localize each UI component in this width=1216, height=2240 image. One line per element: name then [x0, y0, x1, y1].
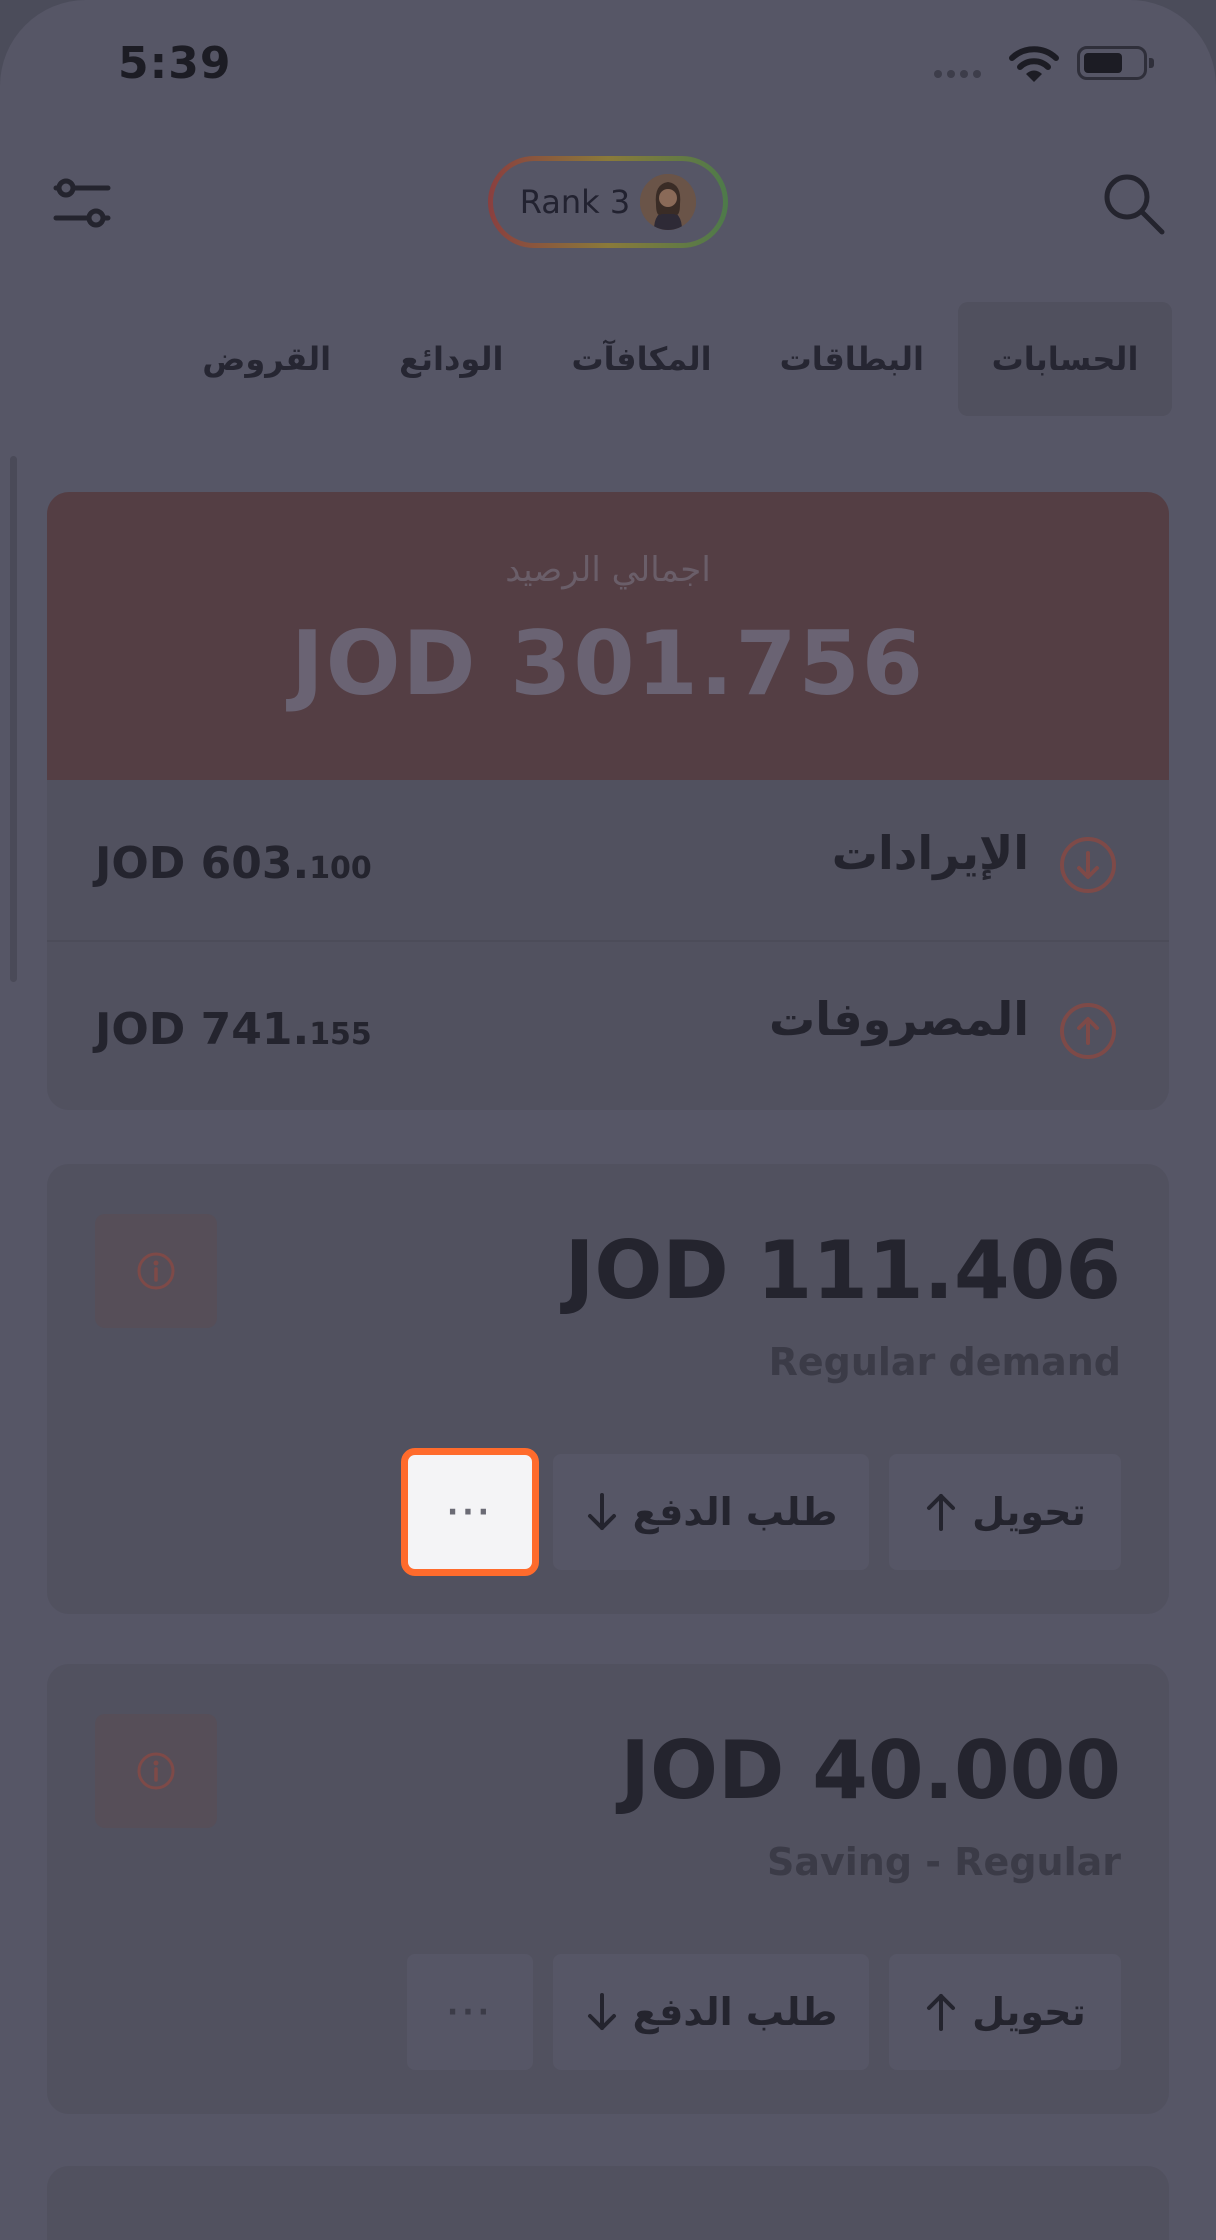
income-row[interactable]: JOD 603.100 الإيرادات	[47, 780, 1169, 942]
status-bar: 5:39	[0, 0, 1216, 130]
more-options-button[interactable]: ···	[407, 1954, 533, 2070]
transfer-button[interactable]: تحويل	[889, 1954, 1121, 2070]
account-type: Regular demand	[768, 1340, 1121, 1384]
more-icon: ···	[446, 1994, 494, 2030]
expenses-amount: JOD 741.155	[95, 1004, 372, 1055]
request-payment-button[interactable]: طلب الدفع	[553, 1454, 869, 1570]
search-icon[interactable]	[1100, 170, 1166, 236]
account-actions: ··· طلب الدفع تحويل	[407, 1954, 1121, 2070]
expenses-label: المصروفات	[768, 992, 1029, 1046]
arrow-up-icon	[927, 1494, 956, 1531]
filter-icon[interactable]	[52, 174, 112, 234]
account-actions: ··· طلب الدفع تحويل	[401, 1448, 1121, 1576]
income-label: الإيرادات	[831, 826, 1029, 880]
total-balance-value: JOD 301.756	[290, 612, 926, 715]
arrow-down-icon	[587, 1993, 616, 2030]
info-icon	[137, 1752, 175, 1790]
status-time: 5:39	[118, 38, 232, 89]
request-payment-button[interactable]: طلب الدفع	[553, 1954, 869, 2070]
account-card: JOD 40.000 Saving - Regular ··· طلب الدف…	[47, 1664, 1169, 2114]
income-expense-summary: JOD 603.100 الإيرادات JOD 741.155 المصرو…	[47, 780, 1169, 1110]
request-payment-label: طلب الدفع	[632, 1490, 838, 1534]
arrow-up-icon	[927, 1994, 956, 2031]
wifi-icon	[1009, 46, 1059, 82]
total-balance-label: اجمالي الرصيد	[505, 550, 711, 590]
rank-label: Rank 3	[519, 183, 631, 221]
battery-icon	[1077, 46, 1154, 80]
income-amount: JOD 603.100	[95, 838, 372, 889]
tab-bar: الحسابات البطاقات المكافآت الودائع القرو…	[46, 302, 1172, 416]
account-type: Saving - Regular	[767, 1840, 1121, 1884]
tab-cards[interactable]: البطاقات	[746, 302, 958, 416]
scroll-indicator	[10, 456, 17, 982]
account-card-partial	[47, 2166, 1169, 2240]
more-options-button[interactable]: ···	[401, 1448, 539, 1576]
avatar	[640, 174, 697, 230]
rank-badge[interactable]: Rank 3	[488, 156, 728, 248]
expenses-row[interactable]: JOD 741.155 المصروفات	[47, 946, 1169, 1106]
arrow-up-circle-icon	[1060, 1003, 1116, 1059]
arrow-down-icon	[587, 1493, 616, 1530]
transfer-button[interactable]: تحويل	[889, 1454, 1121, 1570]
top-bar: Rank 3	[0, 150, 1216, 260]
tab-loans[interactable]: القروض	[168, 302, 365, 416]
request-payment-label: طلب الدفع	[632, 1990, 838, 2034]
cellular-signal-icon	[934, 70, 981, 78]
tab-rewards[interactable]: المكافآت	[537, 302, 745, 416]
app-screen: 5:39 Rank 3 الحسابات البطاقات المكافآت ا…	[0, 0, 1216, 2240]
account-info-button[interactable]	[95, 1714, 217, 1828]
info-icon	[137, 1252, 175, 1290]
account-info-button[interactable]	[95, 1214, 217, 1328]
tab-accounts[interactable]: الحسابات	[958, 302, 1172, 416]
transfer-label: تحويل	[972, 1490, 1086, 1534]
more-icon: ···	[446, 1494, 494, 1530]
tab-deposits[interactable]: الودائع	[365, 302, 537, 416]
arrow-down-circle-icon	[1060, 837, 1116, 893]
transfer-label: تحويل	[972, 1990, 1086, 2034]
account-balance: JOD 40.000	[620, 1724, 1121, 1817]
account-balance: JOD 111.406	[564, 1224, 1121, 1317]
account-card: JOD 111.406 Regular demand ··· طلب الدفع…	[47, 1164, 1169, 1614]
total-balance-card: اجمالي الرصيد JOD 301.756	[47, 492, 1169, 780]
